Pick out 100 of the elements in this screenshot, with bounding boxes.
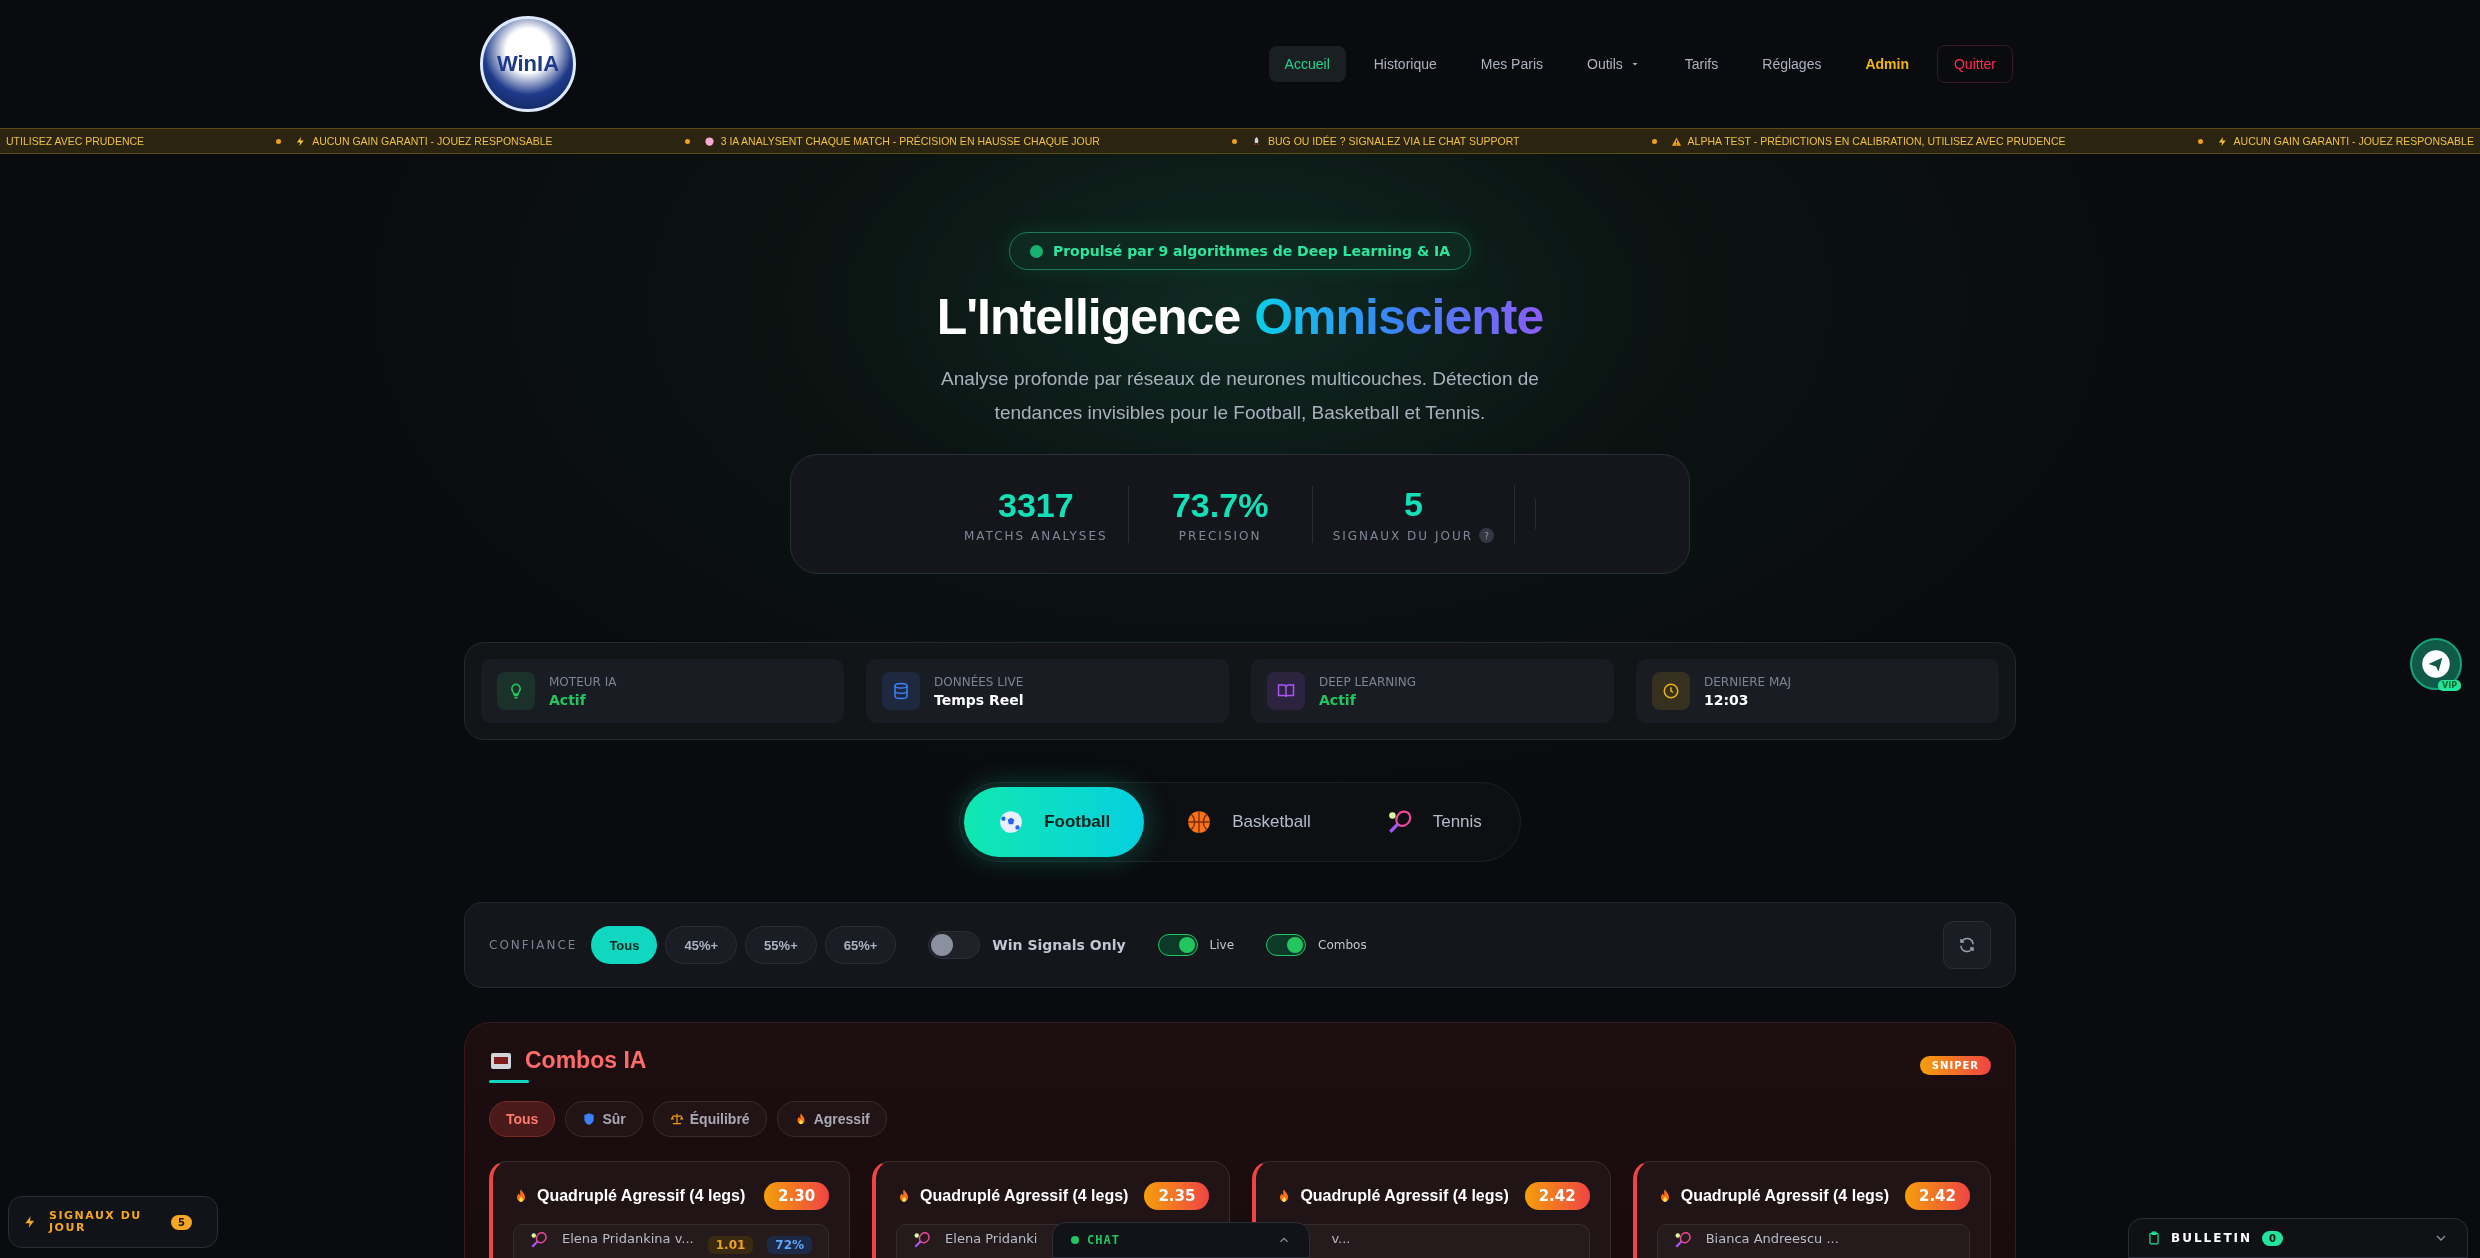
shield-icon [582, 1112, 597, 1126]
database-icon [892, 682, 910, 700]
ticker-text: AUCUN GAIN GARANTI - JOUEZ RESPONSABLE [2233, 135, 2474, 147]
nav-link[interactable]: Mes Paris [1464, 46, 1559, 82]
odds-badge: 2.42 [1524, 1182, 1590, 1210]
sport-tab[interactable]: Tennis [1352, 787, 1516, 857]
sport-tab[interactable]: Football [964, 787, 1145, 857]
logout-button[interactable]: Quitter [1937, 45, 2013, 83]
toggle-label: Combos [1318, 938, 1367, 952]
combo-title: Quadruplé Agressif (4 legs) [1680, 1187, 1890, 1205]
status-value: Actif [549, 691, 587, 708]
status-value: Temps Reel [934, 691, 1024, 708]
odds-badge: 2.30 [764, 1182, 830, 1210]
sport-tab[interactable]: Basketball [1152, 787, 1345, 857]
help-icon[interactable]: ? [1479, 528, 1495, 543]
odds-badge: 2.35 [1144, 1182, 1210, 1210]
stat-value: 73.7% [1171, 485, 1269, 525]
logo[interactable]: WinIA [480, 16, 576, 112]
nav-link[interactable]: Réglages [1746, 46, 1838, 82]
nav-link[interactable]: Admin [1849, 46, 1925, 82]
combo-filter-chip[interactable]: Équilibré [652, 1101, 767, 1137]
combo-title: Quadruplé Agressif (4 legs) [1300, 1187, 1509, 1205]
match-name: v... [1331, 1231, 1351, 1246]
combo-filter-chip[interactable]: Tous [489, 1101, 556, 1137]
stat-value: 5 [1403, 485, 1423, 524]
ticker-text: UTILISEZ AVEC PRUDENCE [6, 135, 145, 147]
stat-label: MATCHS ANALYSES [963, 528, 1108, 543]
section-title: Combos IA [525, 1047, 647, 1074]
hero-subtitle: Analyse profonde par réseaux de neurones multicouches. Détection de tendances invisibles pour le Football, Basketball et Tennis. [940, 367, 1540, 425]
bullet-icon [684, 138, 690, 144]
refresh-icon [1958, 936, 1976, 954]
count-badge: 5 [171, 1214, 192, 1230]
scales-icon [669, 1112, 684, 1126]
status-label: MOTEUR IA [549, 674, 617, 689]
confidence-chip[interactable]: Tous [591, 926, 658, 964]
tennis-racket-icon [530, 1231, 548, 1249]
combo-card[interactable]: Quadruplé Agressif (4 legs) 2.42 Bianca Andreescu ... [1632, 1161, 1991, 1258]
filter-label: CONFIANCE [489, 938, 578, 952]
combo-card[interactable]: Quadruplé Agressif (4 legs) 2.30 Elena Pridankina v... 1.01 72% [489, 1161, 851, 1258]
ticker-text: ALPHA TEST - PRÉDICTIONS EN CALIBRATION, UTILISEZ AVEC PRUDENCE [1687, 135, 2066, 147]
toggle-switch[interactable] [928, 931, 981, 959]
stat-label: PRECISION [1178, 528, 1262, 543]
tennis-racket-icon [1673, 1231, 1692, 1249]
bullet-icon [1651, 138, 1657, 144]
bullet-icon [2197, 138, 2203, 144]
combo-filter-chip[interactable]: Agressif [776, 1101, 887, 1137]
vip-badge: VIP [2438, 680, 2462, 691]
combo-title: Quadruplé Agressif (4 legs) [537, 1187, 746, 1205]
confidence-chip[interactable]: 45%+ [665, 926, 738, 964]
bulletin-panel[interactable]: BULLETIN 0 [2128, 1218, 2468, 1258]
match-name: Elena Pridanki [945, 1231, 1038, 1246]
combo-filter-chip[interactable]: Sûr [565, 1101, 643, 1137]
rocket-icon [1251, 135, 1262, 147]
count-badge: 0 [2262, 1230, 2284, 1246]
basketball-icon [1186, 809, 1213, 835]
brain-icon [703, 135, 715, 147]
combo-title: Quadruplé Agressif (4 legs) [920, 1187, 1129, 1205]
book-icon [1277, 682, 1295, 700]
nav-link[interactable]: Outils [1571, 46, 1657, 82]
leg-odds: 1.01 [707, 1236, 754, 1254]
paper-plane-icon [2421, 649, 2451, 679]
match-name: Bianca Andreescu ... [1705, 1231, 1839, 1246]
confidence-chip[interactable]: 55%+ [745, 926, 817, 964]
sniper-badge: SNIPER [1919, 1055, 1991, 1075]
confidence-chip[interactable]: 65%+ [824, 926, 897, 964]
toggle-label: Win Signals Only [992, 937, 1126, 953]
nav-link[interactable]: Tarifs [1668, 46, 1735, 82]
status-value: 12:03 [1704, 691, 1750, 708]
bulletin-label: BULLETIN [2171, 1231, 2253, 1245]
status-label: DERNIERE MAJ [1704, 674, 1792, 689]
title-underline [489, 1080, 529, 1083]
toggle-switch[interactable] [1157, 934, 1198, 956]
bullet-icon [276, 138, 282, 144]
status-label: DONNÉES LIVE [934, 674, 1024, 689]
ticker-text: AUCUN GAIN GARANTI - JOUEZ RESPONSABLE [312, 135, 553, 147]
widget-label: SIGNAUX DU JOUR [49, 1210, 143, 1234]
signals-widget[interactable]: SIGNAUX DU JOUR 5 [8, 1196, 218, 1248]
hero-title: L'Intelligence [936, 288, 1241, 346]
tennis-racket-icon [913, 1231, 932, 1249]
nav-link[interactable]: Historique [1357, 46, 1453, 82]
warning-icon [1670, 135, 1682, 147]
status-label: DEEP LEARNING [1319, 674, 1417, 689]
toggle-label: Live [1209, 938, 1235, 952]
telegram-button[interactable] [2410, 638, 2462, 690]
badge-text: Propulsé par 9 algorithmes de Deep Learning & IA [1052, 243, 1451, 259]
combo-card[interactable]: Quadruplé Agressif (4 legs) 2.42 v... [1252, 1161, 1611, 1258]
odds-badge: 2.42 [1905, 1182, 1970, 1210]
confidence-badge: 72% [767, 1236, 813, 1254]
soccer-ball-icon [998, 809, 1025, 835]
nav-link[interactable]: Accueil [1268, 46, 1346, 82]
refresh-button[interactable] [1943, 921, 1991, 969]
online-dot-icon [1071, 1236, 1079, 1244]
status-value: Actif [1319, 691, 1357, 708]
status-dot-icon [1029, 244, 1043, 258]
clipboard-icon [2147, 1231, 2161, 1245]
lightning-icon [23, 1215, 37, 1229]
match-name: Elena Pridankina v... [562, 1231, 694, 1246]
chat-dialog[interactable]: CHAT [1052, 1222, 1310, 1258]
toggle-switch[interactable] [1266, 934, 1307, 956]
stat-label: SIGNAUX DU JOUR [1332, 528, 1474, 543]
